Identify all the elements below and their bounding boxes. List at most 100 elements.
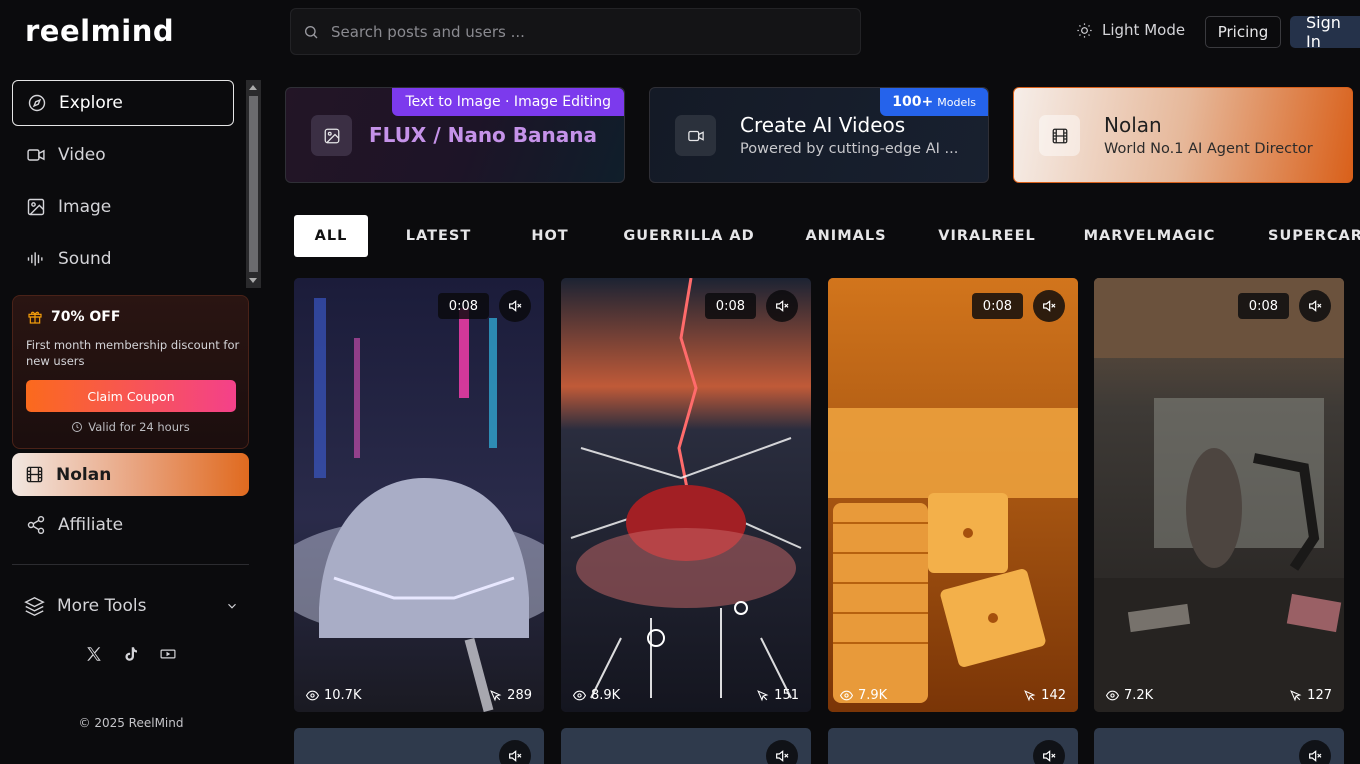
tab-animals[interactable]: ANIMALS: [803, 215, 889, 257]
sidebar-item-video[interactable]: Video: [12, 132, 234, 178]
mute-button[interactable]: [766, 290, 798, 322]
promo-title: Nolan: [1104, 113, 1162, 137]
view-count-text: 10.7K: [324, 688, 362, 703]
sidebar-item-image[interactable]: Image: [12, 184, 234, 230]
promo-subtitle: World No.1 AI Agent Director: [1104, 141, 1313, 157]
coupon-title: 70% OFF: [27, 309, 120, 325]
reelmind-logo[interactable]: reelmind: [25, 14, 174, 48]
tab-all[interactable]: ALL: [294, 215, 368, 257]
video-thumbnail: [828, 278, 1078, 712]
view-count: 8.9K: [573, 688, 620, 703]
sidebar-item-explore[interactable]: Explore: [12, 80, 234, 126]
mute-button[interactable]: [499, 740, 531, 764]
youtube-icon[interactable]: [158, 644, 177, 663]
video-card[interactable]: [294, 728, 544, 764]
click-count-text: 142: [1041, 688, 1066, 703]
muted-speaker-icon: [776, 750, 789, 762]
promo-subtitle: Powered by cutting-edge AI ...: [740, 141, 959, 157]
promo-title: FLUX / Nano Banana: [369, 123, 597, 147]
sidebar-item-affiliate[interactable]: Affiliate: [12, 502, 234, 548]
mute-button[interactable]: [766, 740, 798, 764]
sidebar-scrollbar[interactable]: [246, 80, 261, 288]
tiktok-icon[interactable]: [121, 644, 140, 663]
click-count: 142: [1023, 688, 1066, 703]
video-card[interactable]: 0:08 10.7K 289: [294, 278, 544, 712]
more-tools-toggle[interactable]: More Tools: [24, 594, 239, 618]
promo-icon-box: [1039, 115, 1080, 156]
promo-title: Create AI Videos: [740, 113, 906, 137]
eye-icon: [1106, 690, 1119, 701]
muted-speaker-icon: [1043, 300, 1056, 312]
tab-guerrilla-ad[interactable]: GUERRILLA AD: [622, 215, 756, 257]
muted-speaker-icon: [1309, 750, 1322, 762]
gift-icon: [28, 311, 42, 324]
mute-button[interactable]: [1033, 740, 1065, 764]
pricing-button[interactable]: Pricing: [1205, 16, 1281, 48]
film-icon: [26, 466, 43, 483]
scroll-down-arrow[interactable]: [249, 278, 257, 283]
video-card[interactable]: 0:08 7.9K 142: [828, 278, 1078, 712]
sidebar-item-nolan[interactable]: Nolan: [12, 453, 249, 496]
tab-supercar[interactable]: SUPERCAR: [1268, 215, 1360, 257]
search-input[interactable]: [331, 22, 831, 41]
search-icon: [305, 25, 318, 38]
mute-button[interactable]: [1299, 290, 1331, 322]
sidebar-divider: [12, 564, 249, 565]
coupon-description: First month membership discount for new …: [26, 338, 240, 368]
mute-button[interactable]: [1033, 290, 1065, 322]
search-bar[interactable]: [290, 8, 861, 55]
image-icon: [27, 198, 45, 216]
promo-tag-count: 100+: [892, 94, 934, 110]
promo-tag: 100+ Models: [880, 88, 988, 116]
compass-icon: [28, 94, 46, 112]
sidebar-item-label: Explore: [59, 93, 123, 113]
promo-card-flux[interactable]: FLUX / Nano Banana Text to Image · Image…: [285, 87, 625, 183]
claim-coupon-button[interactable]: Claim Coupon: [26, 380, 236, 412]
video-thumbnail: [561, 278, 811, 712]
tab-marvelmagic[interactable]: MARVELMAGIC: [1084, 215, 1215, 257]
app-root: reelmind Explore Video Image Sound 70% O…: [0, 0, 1360, 764]
sidebar-item-label: Affiliate: [58, 515, 124, 535]
video-card[interactable]: [1094, 728, 1344, 764]
light-mode-toggle[interactable]: Light Mode: [1076, 21, 1185, 39]
tab-viralreel[interactable]: VIRALREEL: [938, 215, 1036, 257]
view-count-text: 7.2K: [1124, 688, 1154, 703]
coupon-title-text: 70% OFF: [51, 309, 121, 325]
scroll-up-arrow[interactable]: [249, 85, 257, 90]
video-card[interactable]: 0:08 8.9K 151: [561, 278, 811, 712]
muted-speaker-icon: [1309, 300, 1322, 312]
click-count: 151: [756, 688, 799, 703]
promo-card-ai-videos[interactable]: Create AI Videos Powered by cutting-edge…: [649, 87, 989, 183]
sidebar-item-sound[interactable]: Sound: [12, 236, 234, 282]
coupon-card: 70% OFF First month membership discount …: [12, 295, 249, 449]
coupon-validity: Valid for 24 hours: [13, 420, 248, 434]
sound-wave-icon: [27, 252, 43, 266]
promo-icon-box: [675, 115, 716, 156]
more-tools-label: More Tools: [57, 596, 147, 616]
video-thumbnail: [294, 278, 544, 712]
click-count: 289: [489, 688, 532, 703]
x-icon[interactable]: [84, 644, 103, 663]
sidebar: Explore Video Image Sound 70% OFF First …: [0, 78, 262, 764]
copyright: © 2025 ReelMind: [78, 716, 184, 730]
scrollbar-thumb[interactable]: [249, 96, 258, 272]
mute-button[interactable]: [499, 290, 531, 322]
video-card[interactable]: 0:08 7.2K 127: [1094, 278, 1344, 712]
video-card[interactable]: [561, 728, 811, 764]
video-card[interactable]: [828, 728, 1078, 764]
mute-button[interactable]: [1299, 740, 1331, 764]
tab-latest[interactable]: LATEST: [398, 215, 479, 257]
cursor-click-icon: [757, 690, 769, 702]
tab-hot[interactable]: HOT: [522, 215, 578, 257]
cursor-click-icon: [490, 690, 502, 702]
promo-card-nolan[interactable]: Nolan World No.1 AI Agent Director: [1013, 87, 1353, 183]
video-duration: 0:08: [1237, 293, 1289, 319]
sign-in-button[interactable]: Sign In: [1290, 13, 1360, 51]
view-count: 10.7K: [306, 688, 361, 703]
view-count-text: 7.9K: [858, 688, 888, 703]
click-count: 127: [1289, 688, 1332, 703]
video-duration: 0:08: [704, 293, 756, 319]
video-thumbnail: [1094, 278, 1344, 712]
category-tabs: ALL LATEST HOT GUERRILLA AD ANIMALS VIRA…: [294, 215, 1360, 258]
eye-icon: [573, 690, 586, 701]
